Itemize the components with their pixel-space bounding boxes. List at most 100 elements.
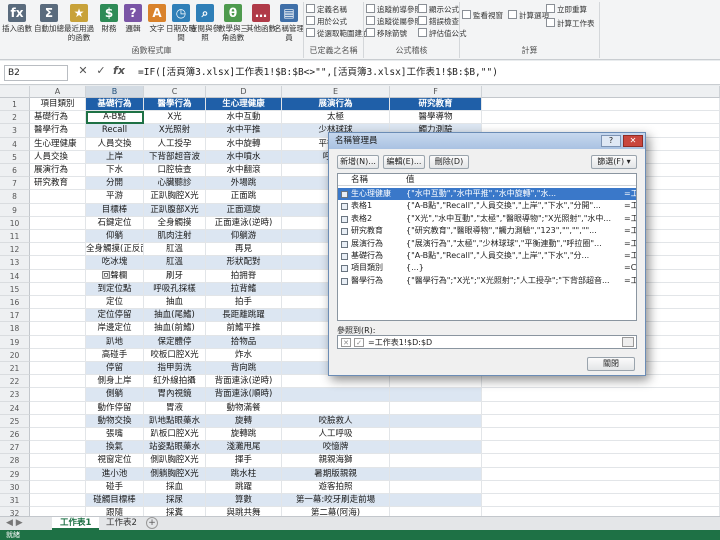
- blank-cell[interactable]: [390, 401, 482, 415]
- data-cell[interactable]: 胃內視鏡: [144, 388, 206, 402]
- data-cell[interactable]: 全身觸摸(正反面): [86, 243, 144, 257]
- data-cell[interactable]: 岸邊定位: [86, 322, 144, 336]
- data-cell[interactable]: Recall: [86, 124, 144, 138]
- row-header[interactable]: 32: [0, 507, 30, 516]
- row-header[interactable]: 20: [0, 348, 30, 362]
- row-header[interactable]: 24: [0, 401, 30, 415]
- name-list-row[interactable]: 研究教育 {"研究教育","醫眼導物","觸力測驗","123","","",""…: [338, 225, 636, 237]
- data-cell[interactable]: 動物交換: [86, 414, 144, 428]
- column-value-header[interactable]: 值: [406, 174, 415, 186]
- data-cell[interactable]: 咬板口腔X光: [144, 348, 206, 362]
- blank-cell[interactable]: [482, 414, 720, 428]
- data-cell[interactable]: [282, 401, 390, 415]
- blank-cell[interactable]: [30, 256, 86, 270]
- data-cell[interactable]: X光照射: [144, 124, 206, 138]
- data-cell[interactable]: 長距離跳躍: [206, 309, 282, 323]
- data-cell[interactable]: 算數: [206, 494, 282, 508]
- data-cell[interactable]: 定位: [86, 296, 144, 310]
- data-cell[interactable]: 醫學行為: [30, 124, 86, 138]
- data-cell[interactable]: 再見: [206, 243, 282, 257]
- data-cell[interactable]: 仰躺游: [206, 230, 282, 244]
- blank-cell[interactable]: [482, 480, 720, 494]
- delete-name-button[interactable]: 刪除(D): [429, 155, 469, 169]
- blank-cell[interactable]: [482, 428, 720, 442]
- cancel-ref-icon[interactable]: ✕: [341, 338, 351, 347]
- data-cell[interactable]: 側躺胸腔X光: [144, 467, 206, 481]
- data-cell[interactable]: 石鍵定位: [86, 216, 144, 230]
- data-cell[interactable]: 暑期版親親: [282, 467, 390, 481]
- names-list[interactable]: 名稱 值 生心理健康{"水中互動","水中平推","水中旋轉","水...=工表…: [337, 173, 637, 321]
- data-cell[interactable]: 站姿點眼藥水: [144, 441, 206, 455]
- sheet-tab-1[interactable]: 工作表1: [52, 517, 100, 530]
- data-cell[interactable]: 背向跳: [206, 362, 282, 376]
- blank-cell[interactable]: [30, 480, 86, 494]
- row-header[interactable]: 14: [0, 269, 30, 283]
- blank-cell[interactable]: [30, 216, 86, 230]
- row-header[interactable]: 13: [0, 256, 30, 270]
- data-cell[interactable]: 側身上岸: [86, 375, 144, 389]
- data-cell[interactable]: 動物滿餐: [206, 401, 282, 415]
- row-header[interactable]: 19: [0, 335, 30, 349]
- name-list-row[interactable]: 展演行為 {"展演行為","太極","少林球球","平衡連動","呼拉圈"... =…: [338, 238, 636, 250]
- data-cell[interactable]: 指甲剪洗: [144, 362, 206, 376]
- row-header[interactable]: 10: [0, 216, 30, 230]
- data-cell[interactable]: 口腔檢查: [144, 164, 206, 178]
- row-header[interactable]: 25: [0, 414, 30, 428]
- blank-cell[interactable]: [30, 269, 86, 283]
- confirm-icon[interactable]: ✓: [92, 64, 110, 77]
- data-cell[interactable]: 停留: [86, 362, 144, 376]
- data-cell[interactable]: 第一幕:咬牙刷走前場: [282, 494, 390, 508]
- confirm-ref-icon[interactable]: ✓: [354, 338, 364, 347]
- header-cell[interactable]: 展演行為: [282, 98, 390, 112]
- data-cell[interactable]: 水中噴水: [206, 150, 282, 164]
- data-cell[interactable]: 肌肉注射: [144, 230, 206, 244]
- name-list-row[interactable]: 表格2 {"X光","水中互動","太極","醫眼導物";"X光照射","水中..…: [338, 213, 636, 225]
- data-cell[interactable]: 抽血: [144, 296, 206, 310]
- blank-cell[interactable]: [30, 309, 86, 323]
- formula-input[interactable]: =IF([活頁簿3.xlsx]工作表1!$B:$B<>"",[活頁簿3.xlsx…: [138, 65, 716, 81]
- blank-cell[interactable]: [482, 441, 720, 455]
- row-header[interactable]: 2: [0, 111, 30, 125]
- data-cell[interactable]: 全身觸摸: [144, 216, 206, 230]
- sheet-tab-2[interactable]: 工作表2: [98, 517, 145, 530]
- data-cell[interactable]: [282, 375, 390, 389]
- blank-cell[interactable]: [482, 375, 720, 389]
- blank-cell[interactable]: [30, 243, 86, 257]
- header-cell[interactable]: 研究教育: [390, 98, 482, 112]
- data-cell[interactable]: 進小池: [86, 467, 144, 481]
- blank-cell[interactable]: [482, 388, 720, 402]
- help-icon[interactable]: ?: [601, 135, 621, 147]
- data-cell[interactable]: 回聲欄: [86, 269, 144, 283]
- header-cell[interactable]: 醫學行為: [144, 98, 206, 112]
- row-header[interactable]: 30: [0, 480, 30, 494]
- cancel-icon[interactable]: ✕: [74, 64, 92, 77]
- data-cell[interactable]: 換氣: [86, 441, 144, 455]
- row-header[interactable]: 23: [0, 388, 30, 402]
- blank-cell[interactable]: [482, 494, 720, 508]
- column-header-a[interactable]: A: [30, 86, 86, 98]
- data-cell[interactable]: 拍拥脊: [206, 269, 282, 283]
- blank-cell[interactable]: [30, 335, 86, 349]
- name-list-row[interactable]: 醫學行為 {"醫學行為";"X光";"X光照射";"人工授孕";"下背部超音...…: [338, 275, 636, 287]
- blank-cell[interactable]: [30, 401, 86, 415]
- blank-cell[interactable]: [30, 362, 86, 376]
- data-cell[interactable]: 人員交換: [30, 150, 86, 164]
- data-cell[interactable]: 人工授孕: [144, 137, 206, 151]
- data-cell[interactable]: 吃冰塊: [86, 256, 144, 270]
- row-header[interactable]: 18: [0, 322, 30, 336]
- blank-cell[interactable]: [482, 401, 720, 415]
- blank-cell[interactable]: [30, 282, 86, 296]
- row-header[interactable]: 29: [0, 467, 30, 481]
- blank-cell[interactable]: [482, 98, 720, 112]
- row-header[interactable]: 17: [0, 309, 30, 323]
- blank-cell[interactable]: [30, 494, 86, 508]
- data-cell[interactable]: 趴板口腔X光: [144, 428, 206, 442]
- data-cell[interactable]: 定位停留: [86, 309, 144, 323]
- column-header-f[interactable]: F: [390, 86, 482, 98]
- data-cell[interactable]: 正趴胸腔X光: [144, 190, 206, 204]
- data-cell[interactable]: 肛溫: [144, 243, 206, 257]
- blank-cell[interactable]: [30, 375, 86, 389]
- row-header[interactable]: 27: [0, 441, 30, 455]
- data-cell[interactable]: 側趴胸腔X光: [144, 454, 206, 468]
- data-cell[interactable]: 正面連泳(逆時): [206, 216, 282, 230]
